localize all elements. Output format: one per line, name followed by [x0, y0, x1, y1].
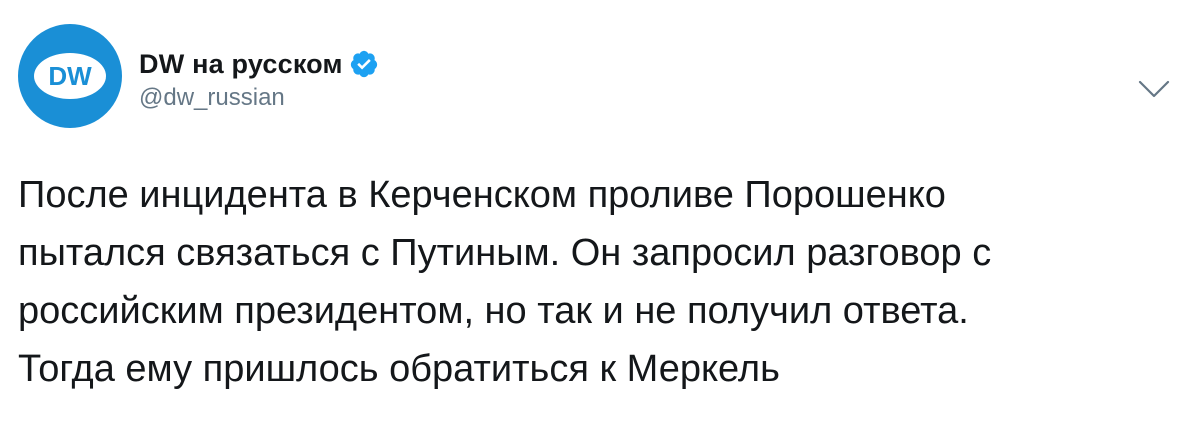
tweet-text-line: После инцидента в Керченском проливе Пор…	[18, 174, 946, 216]
tweet-menu-button[interactable]	[1137, 78, 1171, 100]
dw-logo-icon: DW	[34, 53, 106, 99]
tweet-text-line: Тогда ему пришлось обратиться к Меркель	[18, 348, 780, 390]
author-name-row[interactable]: DW на русском	[139, 46, 379, 82]
tweet-card: DW DW на русском @dw_russian После инцид…	[0, 0, 1193, 436]
avatar[interactable]: DW	[18, 24, 122, 128]
tweet-text-line: российским президентом, но так и не полу…	[18, 290, 969, 332]
user-handle[interactable]: @dw_russian	[139, 84, 285, 112]
display-name[interactable]: DW на русском	[139, 49, 343, 80]
tweet-text: После инцидента в Керченском проливе Пор…	[18, 166, 1178, 398]
chevron-down-icon	[1138, 80, 1170, 98]
svg-text:DW: DW	[48, 61, 92, 91]
verified-badge-icon	[349, 49, 379, 79]
tweet-text-line: пытался связаться с Путиным. Он запросил…	[18, 232, 992, 274]
